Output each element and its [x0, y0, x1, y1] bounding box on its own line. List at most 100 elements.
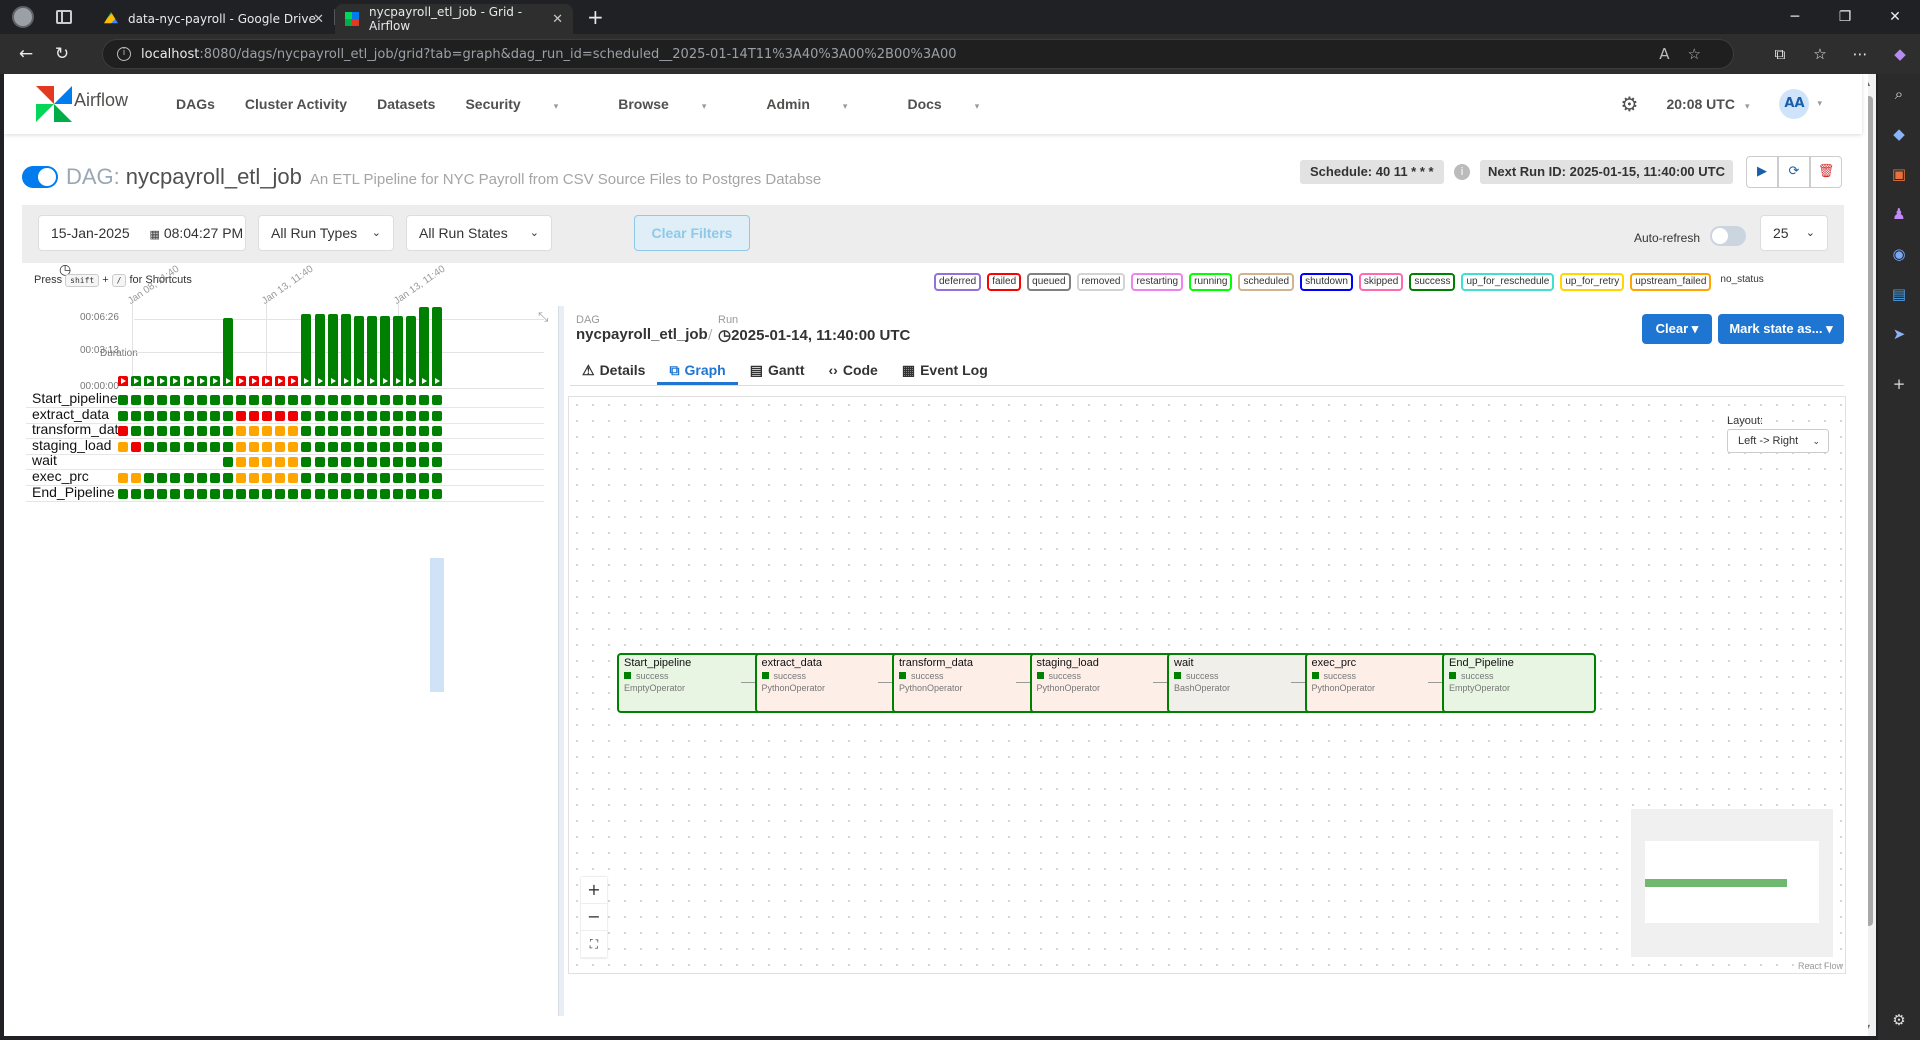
- task-instance-cell[interactable]: [144, 410, 155, 421]
- task-instance-cell[interactable]: [118, 395, 128, 405]
- run-bar[interactable]: [144, 376, 155, 386]
- task-instance-cell[interactable]: [366, 426, 377, 437]
- run-breadcrumb[interactable]: ◷2025-01-14, 11:40:00 UTC: [718, 326, 910, 344]
- task-instance-cell[interactable]: [170, 488, 181, 499]
- task-instance-cell[interactable]: [340, 410, 351, 421]
- menu-admin[interactable]: Admin ▾: [766, 96, 877, 112]
- task-name-exec-prc[interactable]: exec_prc: [32, 468, 89, 484]
- menu-dags[interactable]: DAGs: [176, 96, 215, 112]
- task-instance-cell[interactable]: [301, 426, 312, 437]
- run-bar[interactable]: [419, 307, 430, 386]
- task-instance-cell[interactable]: [209, 473, 220, 483]
- run-bar[interactable]: [209, 376, 220, 386]
- run-bar[interactable]: [235, 376, 246, 386]
- task-instance-cell[interactable]: [144, 473, 155, 483]
- legend-upstream-failed[interactable]: upstream_failed: [1630, 273, 1712, 291]
- airflow-logo[interactable]: Airflow: [36, 86, 168, 122]
- task-instance-cell[interactable]: [366, 441, 377, 452]
- task-instance-cell[interactable]: [235, 410, 246, 421]
- reload-icon[interactable]: ↻: [44, 44, 80, 64]
- legend-queued[interactable]: queued: [1027, 273, 1071, 291]
- task-instance-cell[interactable]: [432, 410, 443, 421]
- clear-filters-button[interactable]: Clear Filters: [634, 215, 750, 251]
- menu-security[interactable]: Security ▾: [465, 96, 588, 112]
- task-instance-cell[interactable]: [301, 488, 312, 499]
- tools-icon[interactable]: ▣: [1878, 154, 1920, 194]
- task-instance-cell[interactable]: [222, 473, 233, 483]
- task-instance-cell[interactable]: [366, 457, 377, 468]
- task-instance-cell[interactable]: [262, 395, 273, 405]
- run-bar[interactable]: [340, 314, 351, 386]
- run-bar[interactable]: [118, 376, 128, 386]
- restore-button[interactable]: ❐: [1820, 0, 1870, 34]
- task-instance-cell[interactable]: [262, 441, 273, 452]
- task-instance-cell[interactable]: [196, 395, 207, 405]
- task-instance-cell[interactable]: [183, 395, 194, 405]
- site-info-icon[interactable]: i: [117, 47, 131, 61]
- task-instance-cell[interactable]: [314, 473, 325, 483]
- task-instance-cell[interactable]: [432, 426, 443, 437]
- task-instance-cell[interactable]: [157, 441, 168, 452]
- task-instance-cell[interactable]: [262, 488, 273, 499]
- task-instance-cell[interactable]: [157, 473, 168, 483]
- back-icon[interactable]: ←: [8, 44, 44, 64]
- task-instance-cell[interactable]: [327, 473, 338, 483]
- legend-failed[interactable]: failed: [987, 273, 1022, 291]
- task-instance-cell[interactable]: [288, 395, 299, 405]
- browser-tab-airflow[interactable]: nycpayroll_etl_job - Grid - Airflow ✕: [335, 4, 573, 34]
- games-icon[interactable]: ♟: [1878, 194, 1920, 234]
- task-instance-cell[interactable]: [288, 473, 299, 483]
- task-instance-cell[interactable]: [222, 395, 233, 405]
- run-bar[interactable]: [327, 314, 338, 386]
- task-instance-cell[interactable]: [301, 473, 312, 483]
- base-date-input[interactable]: 15-Jan-2025 ▦ 08:04:27 PM ◷: [38, 215, 246, 277]
- auto-refresh-toggle[interactable]: [1710, 226, 1746, 246]
- task-instance-cell[interactable]: [118, 488, 128, 499]
- task-instance-cell[interactable]: [144, 395, 155, 405]
- task-instance-cell[interactable]: [209, 441, 220, 452]
- more-icon[interactable]: ⋯: [1840, 45, 1880, 63]
- task-instance-cell[interactable]: [406, 426, 417, 437]
- info-icon[interactable]: i: [1454, 164, 1470, 180]
- legend-skipped[interactable]: skipped: [1358, 273, 1404, 291]
- run-bar[interactable]: [288, 376, 299, 386]
- run-bar[interactable]: [183, 376, 194, 386]
- task-instance-cell[interactable]: [262, 426, 273, 437]
- task-instance-cell[interactable]: [419, 457, 430, 468]
- layout-select[interactable]: Left -> Right ⌄: [1727, 429, 1829, 453]
- task-instance-cell[interactable]: [419, 473, 430, 483]
- profile-avatar[interactable]: [12, 6, 34, 28]
- task-instance-cell[interactable]: [380, 426, 390, 437]
- task-instance-cell[interactable]: [275, 441, 286, 452]
- task-instance-cell[interactable]: [366, 395, 377, 405]
- task-instance-cell[interactable]: [249, 426, 259, 437]
- task-instance-cell[interactable]: [288, 426, 299, 437]
- read-aloud-icon[interactable]: A☆: [1659, 45, 1719, 63]
- task-instance-cell[interactable]: [144, 488, 155, 499]
- close-window-button[interactable]: ✕: [1870, 0, 1920, 34]
- task-instance-cell[interactable]: [183, 488, 194, 499]
- task-instance-cell[interactable]: [380, 395, 390, 405]
- trigger-dag-button[interactable]: ▶: [1746, 156, 1778, 188]
- task-instance-cell[interactable]: [366, 473, 377, 483]
- task-name-wait[interactable]: wait: [32, 452, 57, 468]
- run-bar[interactable]: [393, 315, 404, 386]
- task-instance-cell[interactable]: [366, 410, 377, 421]
- favorites-icon[interactable]: ☆: [1800, 45, 1840, 63]
- timezone-dropdown[interactable]: 20:08 UTC ▾: [1666, 96, 1749, 112]
- task-instance-cell[interactable]: [222, 457, 233, 468]
- task-instance-cell[interactable]: [301, 457, 312, 468]
- task-instance-cell[interactable]: [262, 457, 273, 468]
- run-bar[interactable]: [170, 376, 181, 386]
- menu-docs[interactable]: Docs ▾: [907, 96, 1009, 112]
- task-instance-cell[interactable]: [327, 457, 338, 468]
- task-instance-cell[interactable]: [314, 441, 325, 452]
- run-states-select[interactable]: All Run States ⌄: [406, 215, 552, 251]
- run-bar[interactable]: [157, 376, 168, 386]
- task-instance-cell[interactable]: [157, 488, 168, 499]
- task-instance-cell[interactable]: [353, 441, 364, 452]
- task-instance-cell[interactable]: [183, 473, 194, 483]
- task-name-extract-data[interactable]: extract_data: [32, 406, 109, 422]
- task-instance-cell[interactable]: [157, 410, 168, 421]
- run-bar[interactable]: [406, 315, 417, 386]
